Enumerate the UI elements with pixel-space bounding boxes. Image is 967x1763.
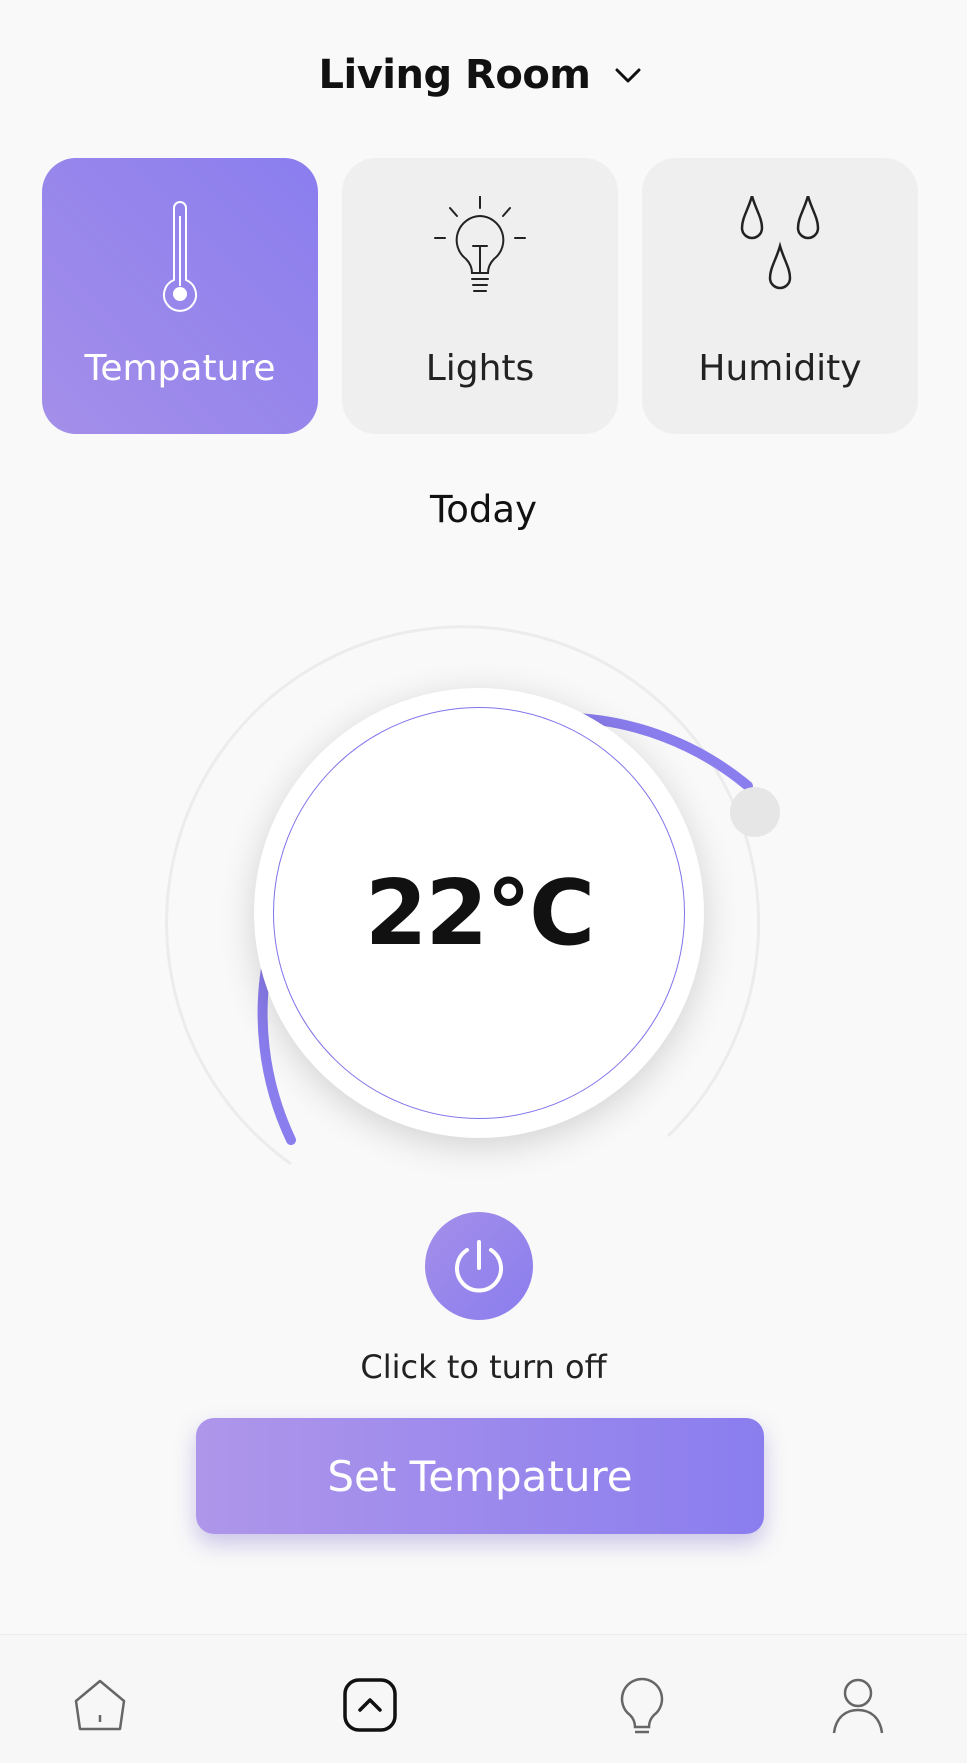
power-hint: Click to turn off <box>360 1348 607 1386</box>
lightbulb-outline-icon <box>620 1677 664 1734</box>
power-icon <box>455 1240 503 1293</box>
lightbulb-icon <box>434 196 526 292</box>
nav-profile[interactable] <box>828 1675 888 1735</box>
nav-control[interactable] <box>340 1675 400 1735</box>
tab-humidity[interactable]: Humidity <box>642 158 918 434</box>
nav-lights[interactable] <box>612 1675 672 1735</box>
room-selector[interactable]: Living Room <box>0 45 967 105</box>
period-label: Today <box>429 488 537 531</box>
tab-lights[interactable]: Lights <box>342 158 618 434</box>
set-temperature-button[interactable]: Set Tempature <box>196 1418 764 1534</box>
thermometer-icon <box>163 201 197 312</box>
power-button[interactable] <box>425 1212 533 1320</box>
droplets-icon <box>740 196 820 290</box>
chevron-up-square-icon <box>343 1678 397 1732</box>
chevron-down-icon <box>615 68 641 83</box>
tab-label: Humidity <box>698 348 862 389</box>
tab-label: Tempature <box>84 348 276 389</box>
nav-home[interactable] <box>70 1675 130 1735</box>
user-icon <box>832 1678 884 1734</box>
dial-handle[interactable] <box>730 787 780 837</box>
home-icon <box>74 1679 126 1731</box>
tab-temperature[interactable]: Tempature <box>42 158 318 434</box>
bottom-nav <box>0 1634 967 1763</box>
temperature-value: 22°C <box>364 860 595 966</box>
room-title: Living Room <box>318 52 591 98</box>
tab-label: Lights <box>425 348 535 389</box>
